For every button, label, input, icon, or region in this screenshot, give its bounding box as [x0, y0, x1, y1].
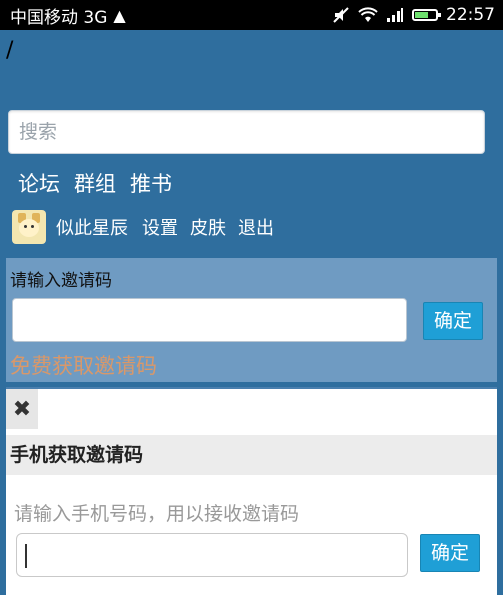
invite-confirm-button[interactable]: 确定 — [423, 302, 483, 340]
free-invite-link[interactable]: 免费获取邀请码 — [10, 350, 157, 380]
settings-link[interactable]: 设置 — [142, 214, 178, 240]
invite-code-section: 请输入邀请码 确定 免费获取邀请码 — [6, 258, 497, 382]
search-box[interactable] — [8, 110, 485, 154]
wifi-icon — [358, 7, 378, 22]
invite-code-input[interactable] — [13, 299, 406, 341]
signal-bars-icon — [387, 8, 403, 22]
status-bar: 中国移动 3G ▲ 22:57 — [0, 0, 503, 30]
warning-triangle-icon: ▲ — [113, 5, 126, 25]
status-right: 22:57 — [332, 5, 495, 25]
nav-item-recommend[interactable]: 推书 — [130, 168, 172, 198]
avatar[interactable] — [12, 210, 46, 244]
nav-item-forum[interactable]: 论坛 — [18, 168, 60, 198]
close-icon[interactable]: ✖ — [6, 389, 38, 429]
panel-close-row: ✖ — [6, 389, 497, 429]
main-nav: 论坛 群组 推书 — [18, 168, 172, 198]
muted-icon — [333, 7, 349, 23]
user-links: 似此星辰 设置 皮肤 退出 — [56, 214, 274, 240]
nav-item-groups[interactable]: 群组 — [74, 168, 116, 198]
panel-title: 手机获取邀请码 — [6, 435, 497, 475]
carrier-label: 中国移动 3G — [10, 7, 108, 28]
app-screen: / 论坛 群组 推书 似此星辰 设置 皮肤 退出 请输入邀请码 确定 免费获取邀… — [0, 30, 503, 595]
user-bar: 似此星辰 设置 皮肤 退出 — [12, 210, 274, 244]
text-caret — [25, 544, 27, 568]
status-left: 中国移动 3G ▲ — [10, 3, 126, 28]
invite-title: 请输入邀请码 — [10, 271, 112, 291]
invite-code-field[interactable] — [12, 298, 407, 342]
logout-link[interactable]: 退出 — [238, 214, 274, 240]
skin-link[interactable]: 皮肤 — [190, 214, 226, 240]
phone-field[interactable] — [16, 533, 408, 577]
battery-icon — [412, 9, 441, 21]
breadcrumb-path: / — [6, 38, 14, 63]
phone-invite-panel: ✖ 手机获取邀请码 请输入手机号码，用以接收邀请码 确定 — [6, 387, 497, 595]
search-input[interactable] — [9, 111, 484, 153]
clock: 22:57 — [446, 5, 495, 25]
phone-input[interactable] — [17, 534, 407, 576]
phone-label: 请输入手机号码，用以接收邀请码 — [14, 503, 300, 525]
phone-confirm-button[interactable]: 确定 — [420, 534, 480, 572]
username-link[interactable]: 似此星辰 — [56, 214, 128, 240]
